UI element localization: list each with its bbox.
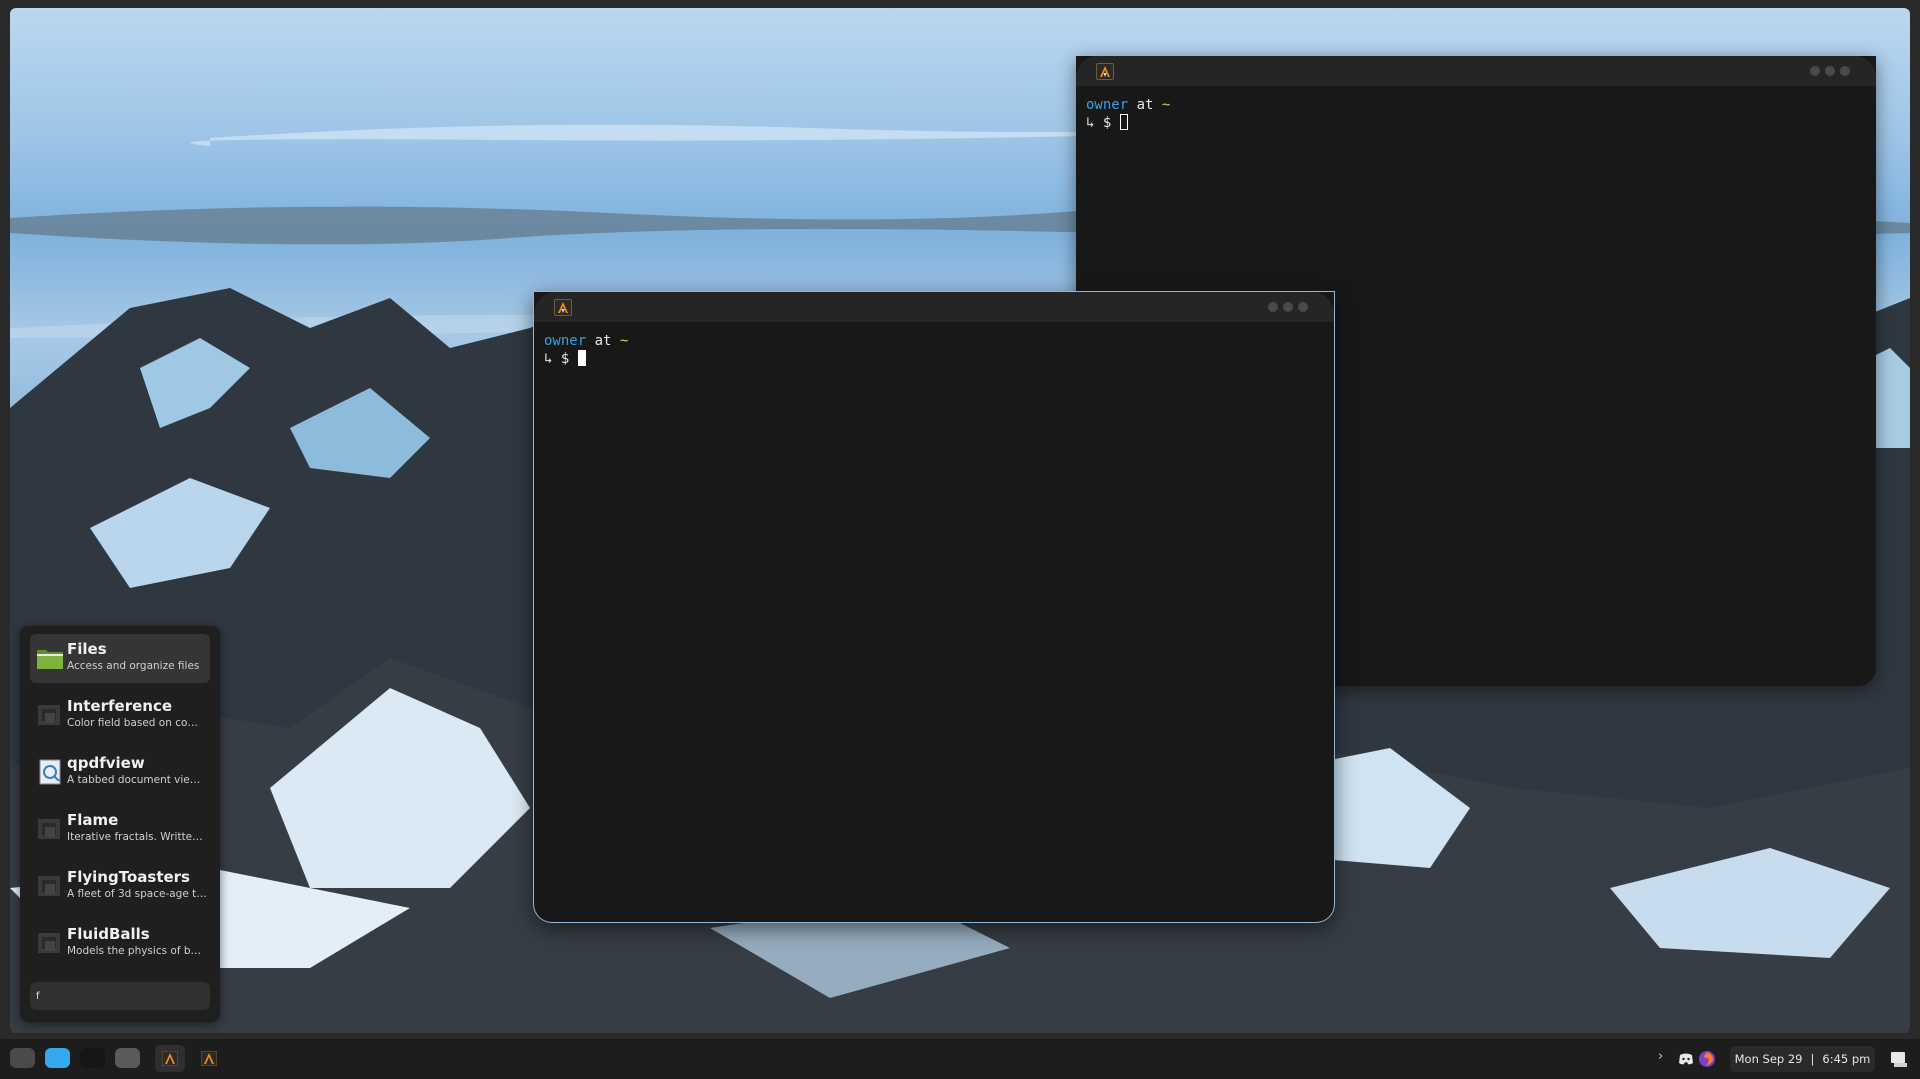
launcher-item-desc: Color field based on computing decaying … <box>67 717 207 729</box>
screensaver-icon <box>36 701 64 729</box>
launcher-item-flyingtoasters[interactable]: FlyingToasters A fleet of 3d space-age t… <box>30 862 210 911</box>
workspace-1-button[interactable] <box>10 1048 35 1068</box>
window-controls[interactable] <box>1268 302 1308 312</box>
launcher-item-name: qpdfview <box>67 754 145 772</box>
launcher-item-desc: Iterative fractals. Written by Scott Dra… <box>67 831 207 843</box>
workspace-2-button[interactable] <box>45 1048 70 1068</box>
date-text: Mon Sep 29 <box>1734 1052 1803 1066</box>
taskbar: › Mon Sep 29 | 6:45 pm <box>0 1039 1920 1079</box>
launcher-item-desc: Access and organize files <box>67 660 200 672</box>
alacritty-icon <box>162 1051 178 1066</box>
prompt-line-1: owner at ~ <box>544 332 1324 350</box>
terminal-titlebar[interactable] <box>534 292 1334 322</box>
clock-widget[interactable]: Mon Sep 29 | 6:45 pm <box>1730 1046 1875 1072</box>
terminal-content[interactable]: owner at ~ ↳ $ <box>1076 86 1876 142</box>
launcher-item-qpdfview[interactable]: qpdfview A tabbed document viewer <box>30 748 210 797</box>
minimize-button[interactable] <box>1810 66 1820 76</box>
app-launcher[interactable]: Files Access and organize files Interfer… <box>20 626 220 1022</box>
terminal-window-front[interactable]: owner at ~ ↳ $ <box>534 292 1334 922</box>
terminal-content[interactable]: owner at ~ ↳ $ <box>534 322 1334 378</box>
prompt-line-1: owner at ~ <box>1086 96 1866 114</box>
launcher-item-files[interactable]: Files Access and organize files <box>30 634 210 683</box>
taskbar-terminal-button-2[interactable] <box>194 1045 224 1072</box>
pdf-viewer-icon <box>36 758 64 786</box>
tray-expand-chevron[interactable]: › <box>1658 1049 1663 1064</box>
folder-icon <box>36 644 64 672</box>
firefox-icon[interactable] <box>1698 1050 1716 1068</box>
prompt-user: owner <box>1086 97 1129 113</box>
taskbar-terminal-button-1[interactable] <box>155 1045 185 1072</box>
prompt-symbol: ↳ $ <box>544 351 570 367</box>
prompt-line-2: ↳ $ <box>1086 114 1866 132</box>
workspace-4-button[interactable] <box>115 1048 140 1068</box>
launcher-item-desc: A tabbed document viewer <box>67 774 207 786</box>
time-text: 6:45 pm <box>1822 1052 1871 1066</box>
prompt-at: at <box>1136 97 1154 113</box>
launcher-item-flame[interactable]: Flame Iterative fractals. Written by Sco… <box>30 805 210 854</box>
alacritty-icon <box>554 299 572 316</box>
prompt-dir: ~ <box>619 333 629 349</box>
launcher-item-name: FlyingToasters <box>67 868 190 886</box>
maximize-button[interactable] <box>1283 302 1293 312</box>
launcher-item-fluidballs[interactable]: FluidBalls Models the physics of bouncin… <box>30 919 210 968</box>
date-time-separator: | <box>1810 1052 1815 1066</box>
launcher-item-interference[interactable]: Interference Color field based on comput… <box>30 691 210 740</box>
close-button[interactable] <box>1298 302 1308 312</box>
prompt-line-2: ↳ $ <box>544 350 1324 368</box>
alacritty-icon <box>201 1051 217 1066</box>
workspace-3-button[interactable] <box>80 1048 105 1068</box>
notification-center-icon[interactable] <box>1890 1050 1908 1072</box>
minimize-button[interactable] <box>1268 302 1278 312</box>
screensaver-icon <box>36 815 64 843</box>
terminal-cursor <box>577 350 586 366</box>
discord-icon[interactable] <box>1677 1050 1695 1068</box>
prompt-dir: ~ <box>1161 97 1171 113</box>
terminal-cursor <box>1119 114 1128 130</box>
prompt-user: owner <box>544 333 587 349</box>
maximize-button[interactable] <box>1825 66 1835 76</box>
terminal-titlebar[interactable] <box>1076 56 1876 86</box>
launcher-item-name: FluidBalls <box>67 925 150 943</box>
launcher-item-name: Interference <box>67 697 173 715</box>
launcher-item-name: Flame <box>67 811 119 829</box>
prompt-symbol: ↳ $ <box>1086 115 1112 131</box>
alacritty-icon <box>1096 63 1114 80</box>
launcher-search-input[interactable] <box>30 982 210 1010</box>
close-button[interactable] <box>1840 66 1850 76</box>
launcher-item-desc: Models the physics of bouncing balls <box>67 945 207 957</box>
window-controls[interactable] <box>1810 66 1850 76</box>
screensaver-icon <box>36 872 64 900</box>
launcher-item-desc: A fleet of 3d space-age toasters <box>67 888 207 900</box>
launcher-item-name: Files <box>67 640 107 658</box>
screensaver-icon <box>36 929 64 957</box>
prompt-at: at <box>594 333 612 349</box>
